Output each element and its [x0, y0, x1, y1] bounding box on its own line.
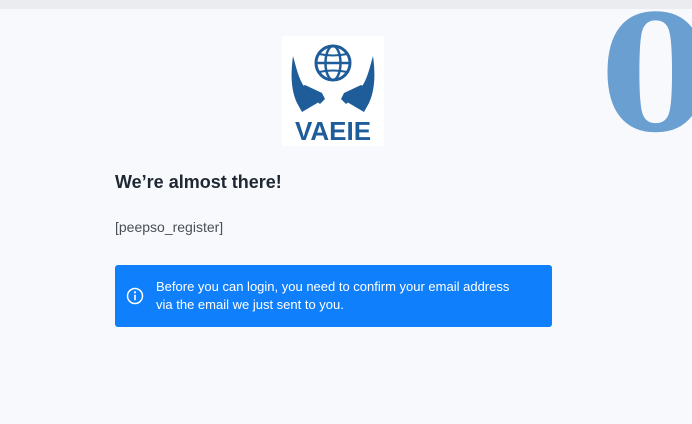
globe-in-hands-icon: VAEIE — [291, 44, 375, 146]
corner-digit: 0 — [600, 0, 692, 168]
page-title: We’re almost there! — [115, 172, 282, 192]
logo-wordmark: VAEIE — [295, 116, 371, 146]
confirmation-alert: Before you can login, you need to confir… — [115, 265, 552, 327]
info-circle-icon — [126, 287, 144, 305]
shortcode-text: [peepso_register] — [115, 219, 224, 235]
alert-message: Before you can login, you need to confir… — [156, 278, 546, 314]
alert-message-line-2: via the email we just sent to you. — [156, 297, 344, 312]
site-logo[interactable]: VAEIE — [282, 36, 384, 146]
top-bar — [0, 0, 692, 9]
alert-message-line-1: Before you can login, you need to confir… — [156, 279, 510, 294]
